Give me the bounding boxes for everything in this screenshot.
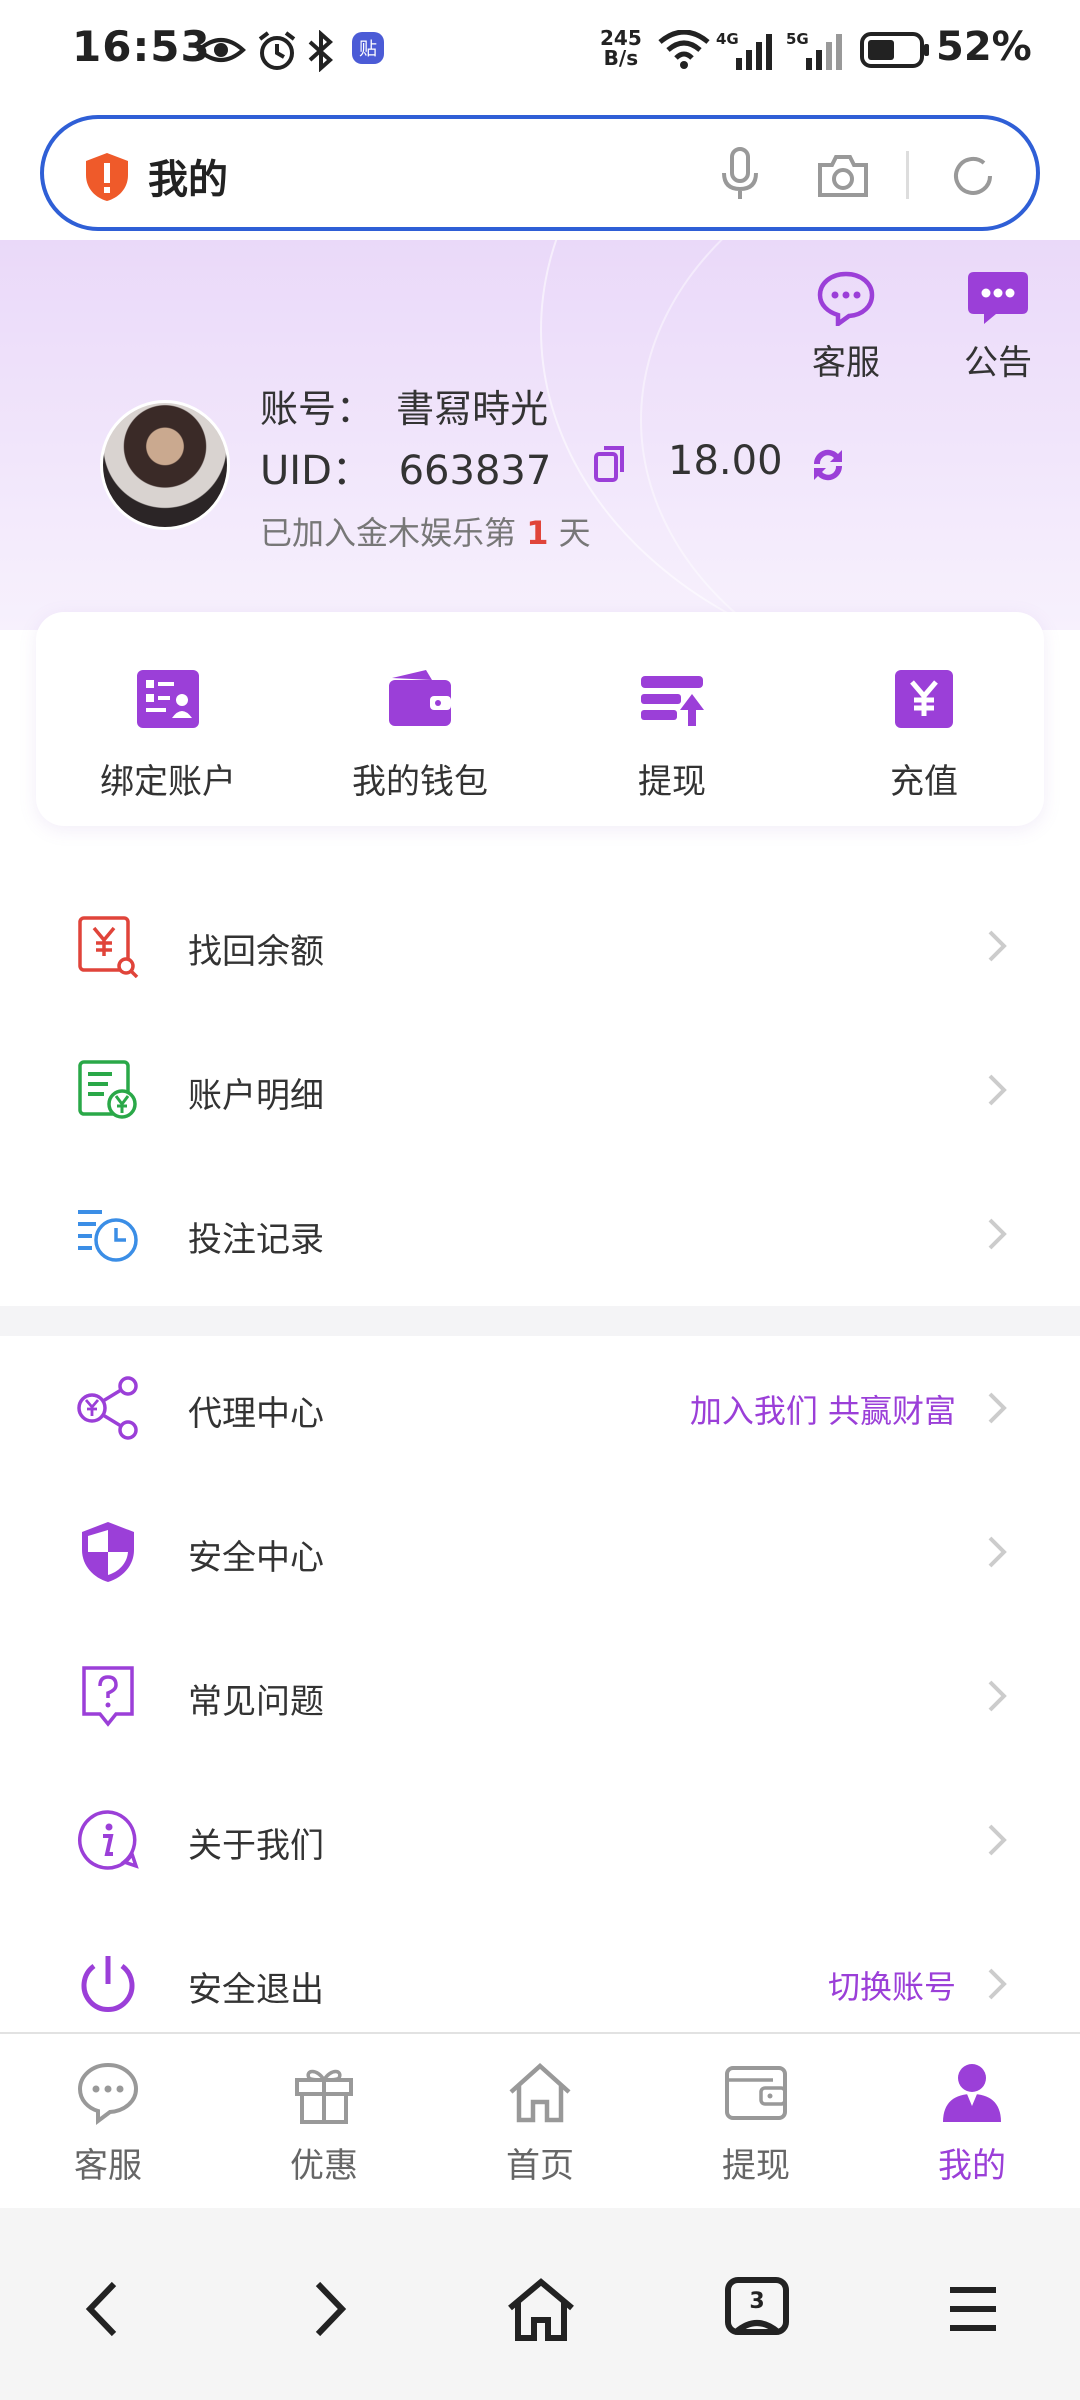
refresh-icon[interactable] xyxy=(948,151,998,201)
home-icon xyxy=(509,2062,571,2123)
nav-mine[interactable]: 我的 xyxy=(864,2060,1080,2187)
chevron-right-icon xyxy=(988,1074,1007,1106)
withdraw-button[interactable]: 提现 xyxy=(562,668,782,803)
wallet-icon xyxy=(725,2066,787,2120)
status-bar: 16:53 贴 245 B/s 4G 5G 52% xyxy=(0,0,1080,100)
account-name: 書冩時光 xyxy=(396,387,549,431)
wifi-icon xyxy=(658,30,710,69)
power-icon xyxy=(81,1956,135,2012)
chevron-right-icon xyxy=(988,1968,1007,2000)
bet-records-icon xyxy=(78,1210,138,1262)
announcement-icon xyxy=(968,272,1028,324)
customer-service-label: 客服 xyxy=(812,343,880,383)
signal-4g-icon: 4G xyxy=(716,30,772,70)
my-wallet-button[interactable]: 我的钱包 xyxy=(310,668,530,803)
browser-toolbar: 3 xyxy=(0,2208,1080,2400)
quick-actions-card: 绑定账户 我的钱包 提现 充值 xyxy=(36,612,1044,826)
chevron-right-icon xyxy=(988,1680,1007,1712)
refresh-balance-icon[interactable] xyxy=(806,444,850,486)
section-divider xyxy=(0,1306,1080,1336)
uid-line: UID： 663837 xyxy=(260,448,552,494)
menu-faq[interactable]: 常见问题 xyxy=(0,1624,1080,1768)
chevron-right-icon xyxy=(988,1536,1007,1568)
menu-recover-balance[interactable]: 找回余额 xyxy=(0,874,1080,1018)
chevron-right-icon xyxy=(988,1392,1007,1424)
menu-account-details[interactable]: 账户明细 xyxy=(0,1018,1080,1162)
withdraw-icon xyxy=(641,676,704,726)
avatar[interactable] xyxy=(100,400,230,530)
joined-days: 1 xyxy=(526,514,549,552)
eye-icon xyxy=(196,38,246,62)
user-icon xyxy=(943,2064,1001,2122)
menu-about-us[interactable]: 关于我们 xyxy=(0,1768,1080,1912)
nav-withdraw[interactable]: 提现 xyxy=(648,2060,864,2187)
menu-bet-records[interactable]: 投注记录 xyxy=(0,1162,1080,1306)
signal-5g-icon: 5G xyxy=(786,30,842,70)
copy-icon[interactable] xyxy=(592,444,628,484)
browser-page-title: 我的 xyxy=(148,157,228,203)
shield-warning-icon xyxy=(86,153,128,201)
joined-days-line: 已加入金木娱乐第 1 天 xyxy=(260,514,591,552)
svg-text:3: 3 xyxy=(749,2289,764,2314)
browser-address-bar[interactable]: 我的 xyxy=(40,115,1040,231)
account-details-icon xyxy=(78,1060,137,1119)
tieba-icon: 贴 xyxy=(352,32,384,64)
nav-customer-service[interactable]: 客服 xyxy=(0,2060,216,2187)
bind-account-icon xyxy=(137,670,199,728)
battery-icon xyxy=(860,32,929,68)
bind-account-button[interactable]: 绑定账户 xyxy=(58,668,278,803)
gift-icon xyxy=(295,2069,353,2124)
bluetooth-icon xyxy=(308,30,333,72)
chat-icon xyxy=(77,2062,139,2125)
alarm-icon xyxy=(258,31,296,70)
recover-balance-icon xyxy=(78,916,139,978)
shield-icon xyxy=(82,1522,134,1582)
tabs-icon[interactable]: 3 xyxy=(722,2274,792,2344)
menu-agent-center[interactable]: 代理中心 加入我们 共赢财富 xyxy=(0,1336,1080,1480)
menu-icon[interactable] xyxy=(938,2274,1008,2344)
agent-promo-text: 加入我们 共赢财富 xyxy=(689,1392,956,1430)
menu-security-center[interactable]: 安全中心 xyxy=(0,1480,1080,1624)
recharge-button[interactable]: 充值 xyxy=(814,668,1034,803)
net-speed: 245 B/s xyxy=(600,26,642,70)
announcement-link[interactable]: 公告 xyxy=(958,270,1038,384)
question-icon xyxy=(82,1666,134,1727)
forward-icon[interactable] xyxy=(292,2274,362,2344)
microphone-icon[interactable] xyxy=(720,147,760,203)
bottom-nav: 客服 优惠 首页 提现 我的 xyxy=(0,2032,1080,2208)
announcement-label: 公告 xyxy=(964,343,1032,383)
separator xyxy=(906,151,909,199)
browser-home-icon[interactable] xyxy=(506,2274,576,2344)
chevron-right-icon xyxy=(988,930,1007,962)
balance-value: 18.00 xyxy=(668,438,783,484)
agent-share-icon xyxy=(77,1376,138,1440)
switch-account-link[interactable]: 切换账号 xyxy=(828,1962,956,2008)
nav-promotions[interactable]: 优惠 xyxy=(216,2060,432,2187)
chat-bubble-icon xyxy=(817,271,875,329)
info-icon xyxy=(78,1810,139,1870)
back-icon[interactable] xyxy=(70,2274,140,2344)
svg-text:4G: 4G xyxy=(716,30,739,48)
chevron-right-icon xyxy=(988,1218,1007,1250)
uid-value: 663837 xyxy=(398,448,552,494)
account-line: 账号： 書冩時光 xyxy=(260,387,549,431)
recharge-icon xyxy=(895,670,953,728)
chevron-right-icon xyxy=(988,1824,1007,1856)
camera-icon[interactable] xyxy=(816,153,870,199)
nav-home[interactable]: 首页 xyxy=(432,2060,648,2187)
wallet-icon xyxy=(389,670,451,726)
customer-service-link[interactable]: 客服 xyxy=(806,270,886,384)
battery-percent: 52% xyxy=(936,24,1032,70)
svg-text:贴: 贴 xyxy=(359,39,377,60)
svg-text:5G: 5G xyxy=(786,30,809,48)
status-time: 16:53 xyxy=(72,22,211,71)
